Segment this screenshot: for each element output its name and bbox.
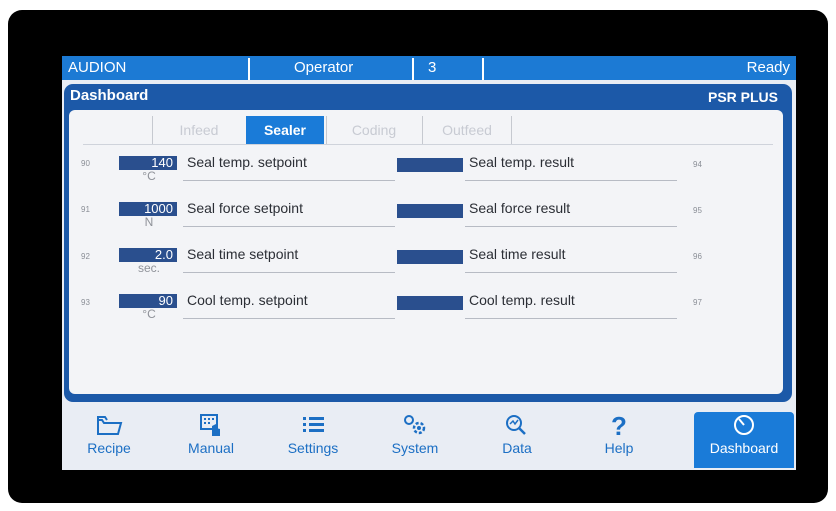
result-label: Seal force result bbox=[469, 200, 571, 216]
seal-force-result-value bbox=[397, 204, 463, 218]
param-number: 91 bbox=[81, 205, 90, 214]
result-label: Seal time result bbox=[469, 246, 566, 262]
status-bar: AUDION Operator 3 Ready bbox=[62, 56, 796, 80]
nav-settings[interactable]: Settings bbox=[268, 412, 358, 468]
setpoint-label: Seal temp. setpoint bbox=[187, 154, 307, 170]
hand-keypad-icon bbox=[166, 412, 256, 440]
user-role[interactable]: Operator bbox=[294, 56, 353, 80]
cool-temp-setpoint-value[interactable]: 90 bbox=[119, 294, 177, 308]
unit-label: °C bbox=[142, 307, 156, 321]
bottom-nav: Recipe Manual Settings System Data ? Hel… bbox=[62, 408, 796, 470]
nav-data[interactable]: Data bbox=[472, 412, 562, 468]
unit-label: N bbox=[144, 215, 154, 229]
machine-model: PSR PLUS bbox=[707, 89, 778, 105]
unit-label: °C bbox=[142, 169, 156, 183]
param-number: 92 bbox=[81, 252, 90, 261]
gears-icon bbox=[370, 412, 460, 440]
tab-divider bbox=[83, 144, 773, 145]
folder-icon bbox=[64, 412, 154, 440]
seal-force-setpoint-value[interactable]: 1000 bbox=[119, 202, 177, 216]
access-level: 3 bbox=[428, 59, 437, 76]
tab-coding[interactable]: Coding bbox=[326, 116, 421, 144]
question-icon: ? bbox=[611, 411, 627, 441]
param-number: 90 bbox=[81, 159, 90, 168]
result-label: Cool temp. result bbox=[469, 292, 575, 308]
data-search-icon bbox=[472, 412, 562, 440]
gauge-icon bbox=[694, 412, 794, 440]
panel-title: Dashboard bbox=[70, 87, 149, 104]
seal-temp-setpoint-value[interactable]: 140 bbox=[119, 156, 177, 170]
unit-label: sec. bbox=[137, 261, 160, 275]
machine-state: Ready bbox=[746, 59, 790, 76]
hmi-screen: AUDION Operator 3 Ready Dashboard PSR PL… bbox=[62, 56, 796, 470]
tab-outfeed[interactable]: Outfeed bbox=[422, 116, 512, 144]
result-label: Seal temp. result bbox=[469, 154, 575, 170]
param-number: 97 bbox=[693, 298, 702, 307]
param-number: 96 bbox=[693, 252, 702, 261]
cool-temp-result-value bbox=[397, 296, 463, 310]
dashboard-panel: Dashboard PSR PLUS Infeed Sealer Coding … bbox=[64, 84, 792, 402]
nav-manual[interactable]: Manual bbox=[166, 412, 256, 468]
nav-system[interactable]: System bbox=[370, 412, 460, 468]
param-number: 94 bbox=[693, 160, 702, 169]
setpoint-label: Seal force setpoint bbox=[187, 200, 303, 216]
tab-infeed[interactable]: Infeed bbox=[152, 116, 245, 144]
nav-help[interactable]: ? Help bbox=[574, 412, 664, 468]
seal-time-setpoint-value[interactable]: 2.0 bbox=[119, 248, 177, 262]
param-number: 95 bbox=[693, 206, 702, 215]
app-name: AUDION bbox=[68, 59, 127, 76]
nav-recipe[interactable]: Recipe bbox=[64, 412, 154, 468]
nav-dashboard[interactable]: Dashboard bbox=[694, 412, 794, 468]
seal-temp-result-value bbox=[397, 158, 463, 172]
param-number: 93 bbox=[81, 298, 90, 307]
tab-sealer[interactable]: Sealer bbox=[246, 116, 324, 144]
seal-time-result-value bbox=[397, 250, 463, 264]
panel-content: Infeed Sealer Coding Outfeed 90 140 °C S… bbox=[69, 110, 783, 394]
setpoint-label: Cool temp. setpoint bbox=[187, 292, 308, 308]
list-icon bbox=[268, 412, 358, 440]
setpoint-label: Seal time setpoint bbox=[187, 246, 299, 262]
